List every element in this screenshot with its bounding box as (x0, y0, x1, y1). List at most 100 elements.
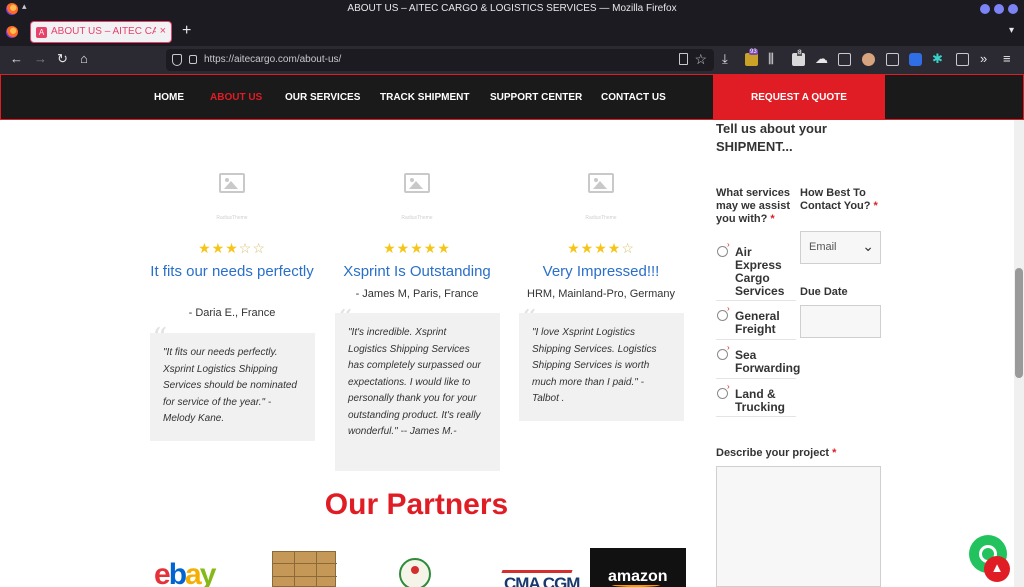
downloads-icon[interactable]: ⤓ (722, 52, 728, 66)
cargo-boxes-image (272, 551, 337, 587)
seal-emblem (399, 558, 431, 587)
url-bar[interactable]: https://aitecargo.com/about-us/ ☆ (166, 49, 714, 71)
partner-logo-ebay[interactable]: ebay ebay (150, 548, 244, 587)
nav-track-shipment[interactable]: TRACK SHIPMENT (380, 92, 469, 103)
notes-extension-icon[interactable] (956, 53, 969, 66)
tracking-protection-shield-icon[interactable] (172, 54, 182, 66)
partner-logo-seal[interactable] (396, 548, 436, 587)
nav-our-services[interactable]: OUR SERVICES (285, 92, 360, 103)
chevron-down-icon: ⌄ (862, 238, 874, 254)
testimonial-author: HRM, Mainland-Pro, Germany (527, 288, 675, 300)
close-window-button[interactable] (1008, 4, 1018, 14)
form-heading-line2: SHIPMENT... (716, 139, 793, 154)
window-titlebar: ▴ ABOUT US – AITEC CARGO & LOGISTICS SER… (0, 0, 1024, 18)
site-favicon-icon: A (36, 27, 47, 38)
divider (716, 339, 796, 340)
tab-label: ABOUT US – AITEC CARGO (51, 26, 156, 37)
library-icon[interactable]: ⫼ (768, 52, 774, 66)
project-description-textarea[interactable] (716, 466, 881, 587)
privacy-extension-badge: 8 (797, 50, 803, 56)
rating-stars: ★★★★★ (383, 240, 451, 256)
window-title: ABOUT US – AITEC CARGO & LOGISTICS SERVI… (347, 3, 677, 14)
cma-cgm-wordmark: CMA CGM (504, 574, 580, 587)
amazon-smile-icon (612, 583, 660, 587)
image-watermark: RadiusTheme (585, 215, 617, 221)
navigation-toolbar: ← → ↻ ⌂ https://aitecargo.com/about-us/ … (0, 46, 1024, 74)
sidebar-icon[interactable] (838, 53, 851, 66)
screenshot-icon[interactable] (886, 53, 899, 66)
reload-icon[interactable]: ↻ (57, 52, 68, 66)
testimonial-author: - Daria E., France (188, 307, 276, 319)
chevron-right-icon: › (727, 240, 730, 249)
testimonial-author: - James M, Paris, France (355, 288, 479, 300)
testimonial-title: Xsprint Is Outstanding (343, 263, 491, 280)
extension-badge: 93 (749, 49, 758, 55)
divider (716, 300, 796, 301)
partner-logo-cma-cgm[interactable]: CMA CGM (490, 548, 582, 587)
service-label-general-freight[interactable]: General Freight (735, 310, 797, 336)
overflow-chevrons-icon[interactable]: » (980, 52, 987, 66)
firefox-view-icon[interactable] (6, 26, 18, 38)
contact-method-select[interactable]: Email ⌄ (800, 231, 881, 264)
project-description-label: Describe your project * (716, 447, 837, 459)
site-header: HOME ABOUT US OUR SERVICES TRACK SHIPMEN… (0, 74, 1024, 120)
rating-stars: ★★★★☆ (567, 240, 635, 256)
maximize-window-button[interactable] (994, 4, 1004, 14)
tab-bar: A ABOUT US – AITEC CARGO × + ▾ (0, 18, 1024, 46)
due-date-label: Due Date (800, 286, 848, 298)
testimonial-quote: "I love Xsprint Logistics Shipping Servi… (519, 313, 684, 421)
request-a-quote-button[interactable]: REQUEST A QUOTE (713, 75, 885, 120)
partners-heading: Our Partners (324, 488, 509, 521)
contact-method-value: Email (809, 241, 837, 253)
ebay-wordmark: ebay (154, 558, 216, 587)
new-tab-button[interactable]: + (182, 22, 191, 40)
chevron-right-icon: › (727, 343, 730, 352)
image-watermark: RadiusTheme (401, 215, 433, 221)
home-icon[interactable]: ⌂ (80, 52, 88, 66)
testimonial-quote: "It fits our needs perfectly. Xsprint Lo… (150, 333, 315, 441)
password-manager-icon[interactable] (909, 53, 922, 66)
sync-cloud-icon[interactable]: ☁ (815, 52, 828, 66)
service-label-air[interactable]: Air Express Cargo Services (735, 246, 797, 298)
tab-about-us[interactable]: A ABOUT US – AITEC CARGO × (30, 21, 172, 43)
nav-about-us[interactable]: ABOUT US (210, 92, 262, 103)
extension-puzzle-star-icon[interactable]: ✱ (932, 52, 943, 66)
contact-method-label: How Best To Contact You? * (800, 187, 878, 212)
minimize-window-button[interactable] (980, 4, 990, 14)
page-scrollbar-thumb[interactable] (1015, 268, 1023, 378)
list-tabs-chevron-icon[interactable]: ▾ (1009, 25, 1014, 36)
due-date-input[interactable] (800, 305, 881, 338)
secure-lock-icon[interactable] (189, 55, 197, 64)
nav-support-center[interactable]: SUPPORT CENTER (490, 92, 582, 103)
chevron-right-icon: › (727, 304, 730, 313)
image-placeholder-icon (219, 173, 245, 193)
scroll-to-top-button[interactable]: ▲ (984, 556, 1010, 582)
service-label-sea[interactable]: Sea Forwarding (735, 349, 803, 375)
testimonial-quote: "It's incredible. Xsprint Logistics Ship… (335, 313, 500, 471)
image-placeholder-icon (404, 173, 430, 193)
services-question-label: What services may we assist you with? * (716, 187, 790, 225)
bookmark-star-icon[interactable]: ☆ (694, 51, 707, 68)
testimonial-title: Very Impressed!!! (542, 263, 660, 280)
back-arrow-icon[interactable]: ← (10, 52, 23, 66)
divider (716, 416, 796, 417)
image-watermark: RadiusTheme (216, 215, 248, 221)
nav-contact-us[interactable]: CONTACT US (601, 92, 666, 103)
nav-home[interactable]: HOME (154, 92, 184, 103)
divider (716, 378, 796, 379)
chevron-right-icon: › (727, 382, 730, 391)
rating-stars: ★★★☆☆ (198, 240, 266, 256)
forward-arrow-icon[interactable]: → (34, 52, 47, 66)
image-placeholder-icon (588, 173, 614, 193)
app-menu-hamburger-icon[interactable]: ≡ (1003, 52, 1011, 66)
service-label-land[interactable]: Land & Trucking (735, 388, 797, 414)
reader-view-icon[interactable] (679, 53, 688, 65)
url-text[interactable]: https://aitecargo.com/about-us/ (204, 54, 341, 65)
tab-close-icon[interactable]: × (160, 25, 166, 37)
partner-logo-cargo-boxes[interactable] (270, 548, 342, 587)
account-avatar-icon[interactable] (862, 53, 875, 66)
testimonial-title: It fits our needs perfectly (150, 263, 314, 280)
partner-logo-amazon[interactable]: amazon (590, 548, 686, 587)
cma-cgm-swoosh (501, 570, 573, 573)
arrow-up-icon: ▲ (990, 560, 1004, 575)
